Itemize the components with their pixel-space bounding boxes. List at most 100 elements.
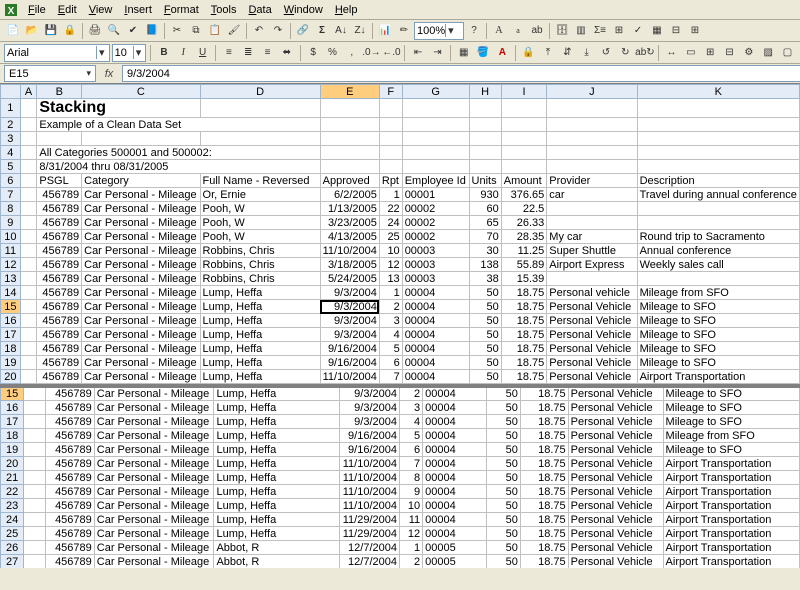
cell[interactable]: 456789 [45, 415, 94, 429]
cell[interactable]: Airport Transportation [663, 541, 799, 555]
cell[interactable]: 456789 [37, 258, 82, 272]
help-icon[interactable]: ? [465, 22, 483, 40]
cell[interactable]: Pooh, W [200, 216, 320, 230]
cell[interactable]: Mileage to SFO [637, 314, 799, 328]
cell[interactable] [20, 272, 37, 286]
cell[interactable]: Personal Vehicle [568, 513, 663, 527]
cell[interactable]: 38 [469, 272, 501, 286]
cell[interactable]: Pooh, W [200, 230, 320, 244]
menu-view[interactable]: View [83, 2, 119, 18]
cell[interactable]: Weekly sales call [637, 258, 799, 272]
cell[interactable] [379, 132, 402, 146]
sort-desc-icon[interactable]: Z↓ [351, 22, 369, 40]
autosum-icon[interactable]: Σ [313, 22, 331, 40]
cell[interactable]: Mileage to SFO [637, 356, 799, 370]
cell[interactable]: 00002 [402, 202, 469, 216]
cell[interactable]: 456789 [37, 286, 82, 300]
row-header[interactable]: 10 [1, 230, 21, 244]
cell[interactable]: 9/3/2004 [320, 314, 379, 328]
cell[interactable]: 00004 [423, 513, 487, 527]
cell[interactable]: 1/13/2005 [320, 202, 379, 216]
row-header[interactable]: 1 [1, 99, 21, 118]
cell[interactable]: 11/29/2004 [339, 527, 399, 541]
cell[interactable] [20, 314, 37, 328]
cell[interactable]: 456789 [37, 188, 82, 202]
cell[interactable]: Car Personal - Mileage [94, 401, 214, 415]
zoom-combo[interactable]: 100%▾ [414, 22, 464, 40]
increase-indent-icon[interactable]: ⇥ [429, 44, 446, 62]
cell[interactable]: Mileage to SFO [663, 386, 799, 401]
cell[interactable]: 50 [469, 370, 501, 384]
cell[interactable]: 138 [469, 258, 501, 272]
paste-icon[interactable]: 📋 [206, 22, 224, 40]
cell[interactable] [37, 132, 82, 146]
row-header[interactable]: 6 [1, 174, 21, 188]
cell[interactable]: Personal Vehicle [547, 342, 637, 356]
cell[interactable]: 9/3/2004 [339, 386, 399, 401]
row-header[interactable]: 5 [1, 160, 21, 174]
cell[interactable]: 00004 [402, 300, 469, 314]
cell[interactable]: 456789 [37, 230, 82, 244]
cell[interactable]: Lump, Heffa [214, 415, 339, 429]
cell[interactable]: 5 [379, 342, 402, 356]
cell[interactable]: Personal Vehicle [568, 443, 663, 457]
cell[interactable]: Personal Vehicle [568, 386, 663, 401]
cell[interactable]: 18.75 [520, 527, 568, 541]
cell[interactable]: 28.35 [501, 230, 547, 244]
cell[interactable]: 18.75 [520, 485, 568, 499]
cell[interactable]: 18.75 [501, 370, 547, 384]
worksheet-area[interactable]: ABCDEFGHIJK1Stacking2Example of a Clean … [0, 84, 800, 568]
cell[interactable]: Lump, Heffa [214, 527, 339, 541]
cell[interactable]: 456789 [45, 443, 94, 457]
cell[interactable]: 50 [469, 328, 501, 342]
cell[interactable]: All Categories 500001 and 500002: [37, 146, 320, 160]
cell[interactable]: 18.75 [501, 342, 547, 356]
row-header[interactable]: 4 [1, 146, 21, 160]
cell[interactable] [637, 202, 799, 216]
cell[interactable]: Car Personal - Mileage [82, 370, 200, 384]
cell[interactable] [20, 244, 37, 258]
cell[interactable]: Lump, Heffa [214, 443, 339, 457]
cell[interactable]: Round trip to Sacramento [637, 230, 799, 244]
row-header[interactable]: 24 [1, 513, 24, 527]
cell[interactable] [547, 118, 637, 132]
col-header-H[interactable]: H [469, 85, 501, 99]
cell[interactable]: Personal Vehicle [568, 527, 663, 541]
cell[interactable]: 18.75 [501, 356, 547, 370]
cell[interactable] [320, 132, 379, 146]
cell[interactable]: 18.75 [520, 471, 568, 485]
cell[interactable]: Car Personal - Mileage [94, 386, 214, 401]
cell[interactable]: Personal Vehicle [547, 356, 637, 370]
cell[interactable]: Lump, Heffa [214, 401, 339, 415]
cell[interactable]: 456789 [45, 499, 94, 513]
cell[interactable]: 65 [469, 216, 501, 230]
cell[interactable]: 11/29/2004 [339, 513, 399, 527]
cell[interactable]: Car Personal - Mileage [82, 300, 200, 314]
cell[interactable] [20, 146, 37, 160]
cell[interactable]: 4/13/2005 [320, 230, 379, 244]
currency-icon[interactable]: $ [304, 44, 321, 62]
cell[interactable] [469, 99, 501, 118]
cell[interactable]: 18.75 [520, 513, 568, 527]
cell[interactable] [379, 160, 402, 174]
autofilter-icon[interactable]: ▥ [572, 22, 590, 40]
cell[interactable] [402, 146, 469, 160]
cell[interactable]: 00004 [423, 401, 487, 415]
font-highlight-icon[interactable]: ab [528, 22, 546, 40]
cell[interactable] [547, 99, 637, 118]
cell[interactable]: 456789 [37, 244, 82, 258]
cell[interactable]: Personal Vehicle [568, 555, 663, 569]
cell[interactable]: 11/10/2004 [339, 485, 399, 499]
new-icon[interactable]: 📄 [4, 22, 22, 40]
database-icon[interactable]: 🗄 [553, 22, 571, 40]
cell[interactable]: 18.75 [501, 314, 547, 328]
row-header[interactable]: 14 [1, 286, 21, 300]
cell[interactable]: 50 [469, 356, 501, 370]
cell[interactable] [637, 216, 799, 230]
cell[interactable]: 00004 [402, 356, 469, 370]
cell[interactable]: 00005 [423, 541, 487, 555]
cell[interactable]: Robbins, Chris [200, 244, 320, 258]
font-name-combo[interactable]: Arial▾ [4, 44, 110, 62]
cell[interactable]: 456789 [45, 457, 94, 471]
font-small-icon[interactable]: a [509, 22, 527, 40]
